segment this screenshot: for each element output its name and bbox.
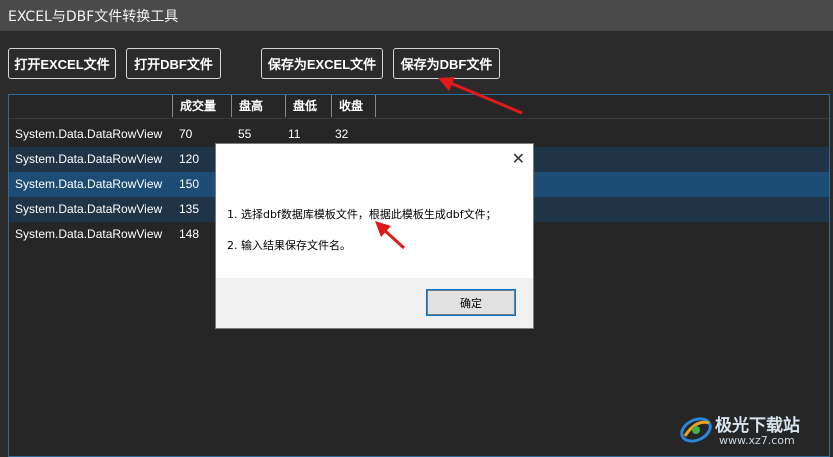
grid-header: 成交量 盘高 盘低 收盘 bbox=[9, 95, 829, 119]
row-object-cell: System.Data.DataRowView bbox=[15, 127, 163, 141]
column-header-volume[interactable]: 成交量 bbox=[172, 95, 231, 117]
open-excel-button[interactable]: 打开EXCEL文件 bbox=[8, 48, 116, 79]
row-object-cell: System.Data.DataRowView bbox=[15, 202, 163, 216]
open-dbf-button[interactable]: 打开DBF文件 bbox=[126, 48, 221, 79]
ok-button[interactable]: 确定 bbox=[426, 289, 516, 316]
volume-cell: 135 bbox=[179, 202, 200, 216]
column-header-low[interactable]: 盘低 bbox=[285, 95, 331, 117]
row-object-cell: System.Data.DataRowView bbox=[15, 152, 163, 166]
save-as-excel-button[interactable]: 保存为EXCEL文件 bbox=[261, 48, 383, 79]
save-as-dbf-button[interactable]: 保存为DBF文件 bbox=[393, 48, 500, 79]
close-icon[interactable]: ✕ bbox=[512, 149, 525, 168]
volume-cell: 120 bbox=[179, 152, 200, 166]
volume-cell: 150 bbox=[179, 177, 200, 191]
volume-cell: 70 bbox=[179, 127, 193, 141]
dialog-message-line-2: 2. 输入结果保存文件名。 bbox=[227, 239, 351, 252]
column-header-close[interactable]: 收盘 bbox=[331, 95, 376, 117]
message-dialog: ✕ 1. 选择dbf数据库模板文件，根据此模板生成dbf文件； 2. 输入结果保… bbox=[215, 143, 534, 329]
aurora-logo-icon bbox=[680, 417, 712, 443]
title-bar: EXCEL与DBF文件转换工具 bbox=[0, 0, 833, 31]
watermark-url: www.xz7.com bbox=[719, 434, 795, 447]
column-header-high[interactable]: 盘高 bbox=[231, 95, 285, 117]
row-object-cell: System.Data.DataRowView bbox=[15, 227, 163, 241]
dialog-message-line-1: 1. 选择dbf数据库模板文件，根据此模板生成dbf文件； bbox=[227, 208, 497, 221]
watermark-logo: 极光下载站 www.xz7.com bbox=[677, 411, 827, 451]
watermark-text: 极光下载站 bbox=[715, 416, 800, 436]
volume-cell: 148 bbox=[179, 227, 200, 241]
row-object-cell: System.Data.DataRowView bbox=[15, 177, 163, 191]
window-title: EXCEL与DBF文件转换工具 bbox=[8, 9, 179, 25]
